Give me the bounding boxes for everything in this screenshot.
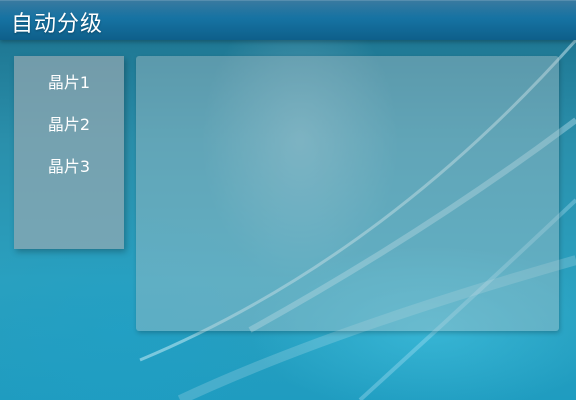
title-bar: 自动分级 — [0, 0, 576, 40]
window-title: 自动分级 — [11, 12, 104, 37]
sidebar-item-wafer-3[interactable]: 晶片3 — [14, 152, 124, 182]
content-panel — [136, 56, 559, 331]
sidebar-item-wafer-1[interactable]: 晶片1 — [14, 68, 124, 98]
sidebar-item-wafer-2[interactable]: 晶片2 — [14, 110, 124, 140]
wafer-sidebar: 晶片1 晶片2 晶片3 — [14, 56, 124, 249]
